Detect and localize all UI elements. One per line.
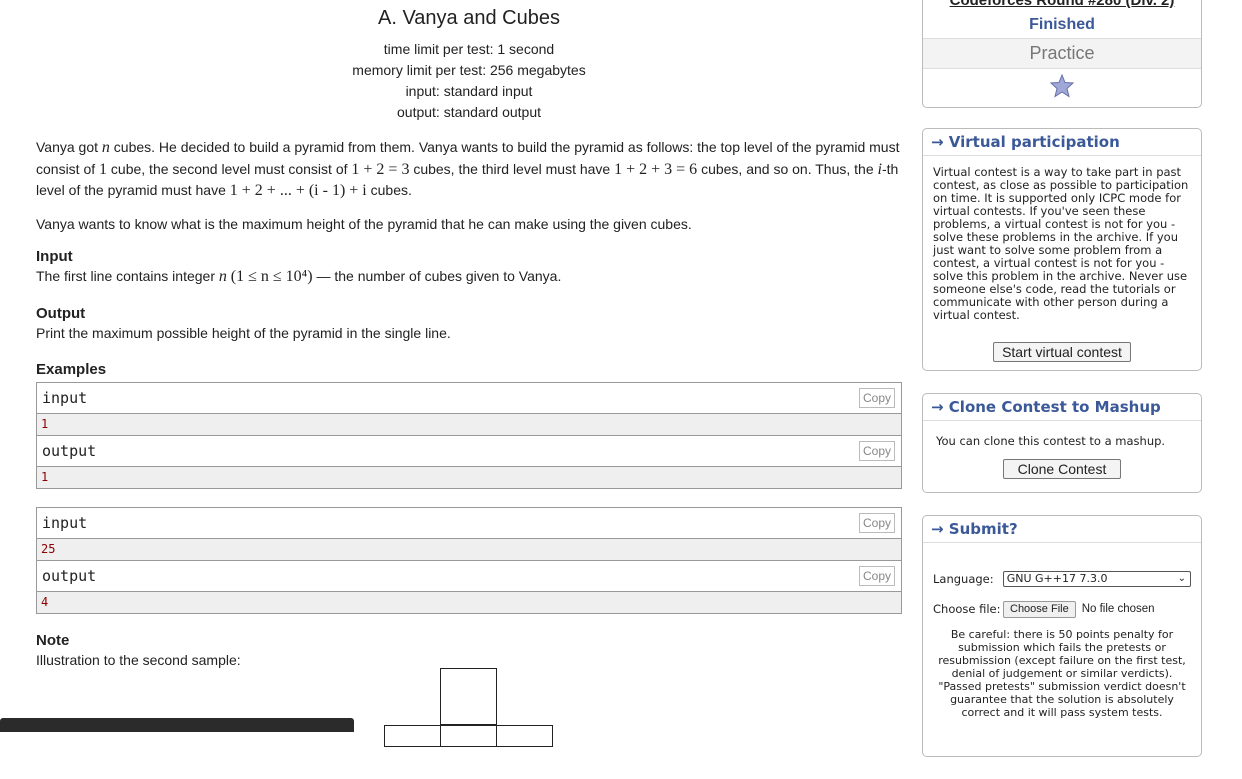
sample-output-value: 1 [37,467,901,488]
file-row: Choose file: Choose File No file chosen [933,601,1191,618]
practice-link[interactable]: Practice [923,39,1201,69]
examples-title: Examples [36,361,107,378]
problem-legend: Vanya got n cubes. He decided to build a… [36,137,902,234]
sample-input-header: input Copy [37,383,901,414]
copy-input-button[interactable]: Copy [858,513,895,533]
sidebar: Codeforces Round #280 (Div. 2) Finished … [922,0,1202,779]
clone-contest-title: → Clone Contest to Mashup [923,394,1201,421]
pyramid-cube [440,668,497,725]
problem-title: A. Vanya and Cubes [378,7,560,29]
penalty-warning: Be careful: there is 50 points penalty f… [938,628,1186,719]
virtual-participation-body: Virtual contest is a way to take part in… [923,156,1201,370]
choose-file-button[interactable]: Choose File [1003,601,1076,618]
memory-limit: memory limit per test: 256 megabytes [352,62,586,78]
file-label: Choose file: [933,602,1001,616]
sample-input-value: 25 [37,539,901,561]
legend-text: cube, the second level must consist of [107,160,352,177]
virtual-participation-box: → Virtual participation Virtual contest … [922,128,1202,371]
language-select[interactable]: GNU G++17 7.3.0 ⌄ [1002,571,1191,587]
submit-body: Language: GNU G++17 7.3.0 ⌄ Choose file:… [923,543,1201,727]
sample-output-header: output Copy [37,436,901,467]
start-virtual-contest-button[interactable]: Start virtual contest [993,342,1131,362]
input-file: input: standard input [405,83,533,99]
legend-text: cubes. [366,182,412,198]
sample-output-label: output [42,442,97,460]
sample-test-1: input Copy 1 output Copy 1 [36,382,902,489]
clone-contest-button[interactable]: Clone Contest [1002,459,1122,479]
legend-text: cubes, and so on. Thus, the [697,160,878,177]
pyramid-cube [440,725,497,747]
sample-output-label: output [42,567,97,585]
input-text: The first line contains integer [36,268,219,284]
math-level-2: 1 + 2 = 3 [351,160,410,178]
legend-paragraph-2: Vanya wants to know what is the maximum … [36,215,692,232]
output-section-text: Print the maximum possible height of the… [36,325,451,341]
contest-phase: Finished [923,8,1201,39]
output-file: output: standard output [397,104,541,120]
sample-input-header: input Copy [37,508,901,539]
output-section-title: Output [36,305,86,322]
copy-output-button[interactable]: Copy [858,566,895,586]
clone-contest-box: → Clone Contest to Mashup You can clone … [922,393,1202,493]
legend-text: cubes, the third level must have [409,160,615,177]
input-text: — the number of cubes given to Vanya. [312,268,562,284]
input-section-title: Input [36,248,73,265]
clone-contest-text: You can clone this contest to a mashup. [936,434,1166,448]
chevron-down-icon: ⌄ [1177,573,1186,584]
submit-title: → Submit? [923,516,1201,543]
sample-output-value: 4 [37,592,901,613]
sample-test-2: input Copy 25 output Copy 4 [36,507,902,614]
virtual-participation-title: → Virtual participation [923,129,1201,156]
copy-output-button[interactable]: Copy [858,441,895,461]
time-limit: time limit per test: 1 second [383,41,555,57]
note-text: Illustration to the second sample: [36,652,241,668]
file-status: No file chosen [1081,603,1155,615]
pyramid-cube [496,725,553,747]
sample-input-value: 1 [37,414,901,436]
math-level-3: 1 + 2 + 3 = 6 [614,160,698,178]
virtual-button-row: Start virtual contest [933,342,1191,362]
star-icon[interactable] [923,69,1201,101]
math-n: n [101,139,110,156]
pyramid-cube [384,725,441,747]
math-constraint: (1 ≤ n ≤ 10⁴) [230,268,313,285]
virtual-participation-text: Virtual contest is a way to take part in… [933,165,1189,322]
clone-contest-body: You can clone this contest to a mashup. … [923,421,1201,487]
contest-box: Codeforces Round #280 (Div. 2) Finished … [922,0,1202,108]
legend-paragraph-1: Vanya got n cubes. He decided to build a… [36,137,902,202]
sample-input-label: input [42,514,88,532]
contest-name-link[interactable]: Codeforces Round #280 (Div. 2) [923,0,1201,8]
math-sum: 1 + 2 + ... + (i - 1) + i [229,182,367,199]
language-selected-value: GNU G++17 7.3.0 [1006,572,1108,585]
submit-box: → Submit? Language: GNU G++17 7.3.0 ⌄ Ch… [922,515,1202,757]
input-section-text: The first line contains integer n (1 ≤ n… [36,266,902,287]
language-row: Language: GNU G++17 7.3.0 ⌄ [933,571,1191,587]
sample-output-header: output Copy [37,561,901,592]
math-n: n [218,268,227,285]
math-one: 1 [99,160,108,178]
note-title: Note [36,632,70,649]
sample-input-label: input [42,389,88,407]
clone-button-row: Clone Contest [933,459,1191,479]
problem-header: A. Vanya and Cubes time limit per test: … [36,7,902,123]
copy-input-button[interactable]: Copy [858,388,895,408]
legend-text: Vanya got [36,139,102,155]
problem-statement: A. Vanya and Cubes time limit per test: … [36,0,902,670]
language-label: Language: [933,571,994,586]
